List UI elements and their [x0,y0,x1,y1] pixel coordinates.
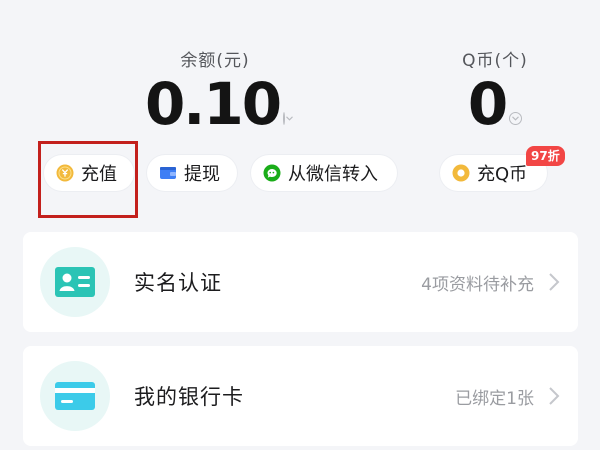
bank-icon-wrap [40,361,110,431]
identity-title: 实名认证 [134,271,222,295]
bank-card-title: 我的银行卡 [134,385,244,409]
identity-status: 4项资料待补充 [421,274,534,295]
chevron-down-icon[interactable] [509,112,523,125]
chevron-right-icon [548,386,560,406]
balance-amount: 0.10 [144,70,282,138]
list-item-identity-verification[interactable]: 实名认证 4项资料待补充 [23,232,578,332]
balance-amount-row[interactable]: 0.10 [145,73,293,135]
wechat-transfer-button[interactable]: 从微信转入 [251,155,397,191]
qcoin-topup-label: 充Q币 [477,164,528,185]
coin-icon [452,164,470,182]
wallet-icon [159,165,177,181]
bank-card-status: 已绑定1张 [455,388,534,409]
discount-badge: 97折 [526,146,565,166]
qcoin-amount: 0 [467,70,508,138]
qcoin-amount-row[interactable]: 0 [440,73,550,135]
highlight-box [38,141,138,218]
id-card-icon [55,267,95,297]
identity-icon-wrap [40,247,110,317]
chevron-right-icon [548,272,560,292]
bank-card-icon [55,382,95,410]
qcoin-label: Q币(个) [462,51,528,71]
wechat-icon [263,164,281,182]
withdraw-button[interactable]: 提现 [147,155,237,191]
balance-label: 余额(元) [180,51,250,71]
wechat-transfer-label: 从微信转入 [288,164,378,185]
withdraw-label: 提现 [184,164,220,185]
list-item-bank-card[interactable]: 我的银行卡 已绑定1张 [23,346,578,446]
chevron-down-icon[interactable] [283,112,293,125]
qcoin-block[interactable]: Q币(个) 0 [440,46,550,135]
balance-block[interactable]: 余额(元) 0.10 [145,46,293,135]
